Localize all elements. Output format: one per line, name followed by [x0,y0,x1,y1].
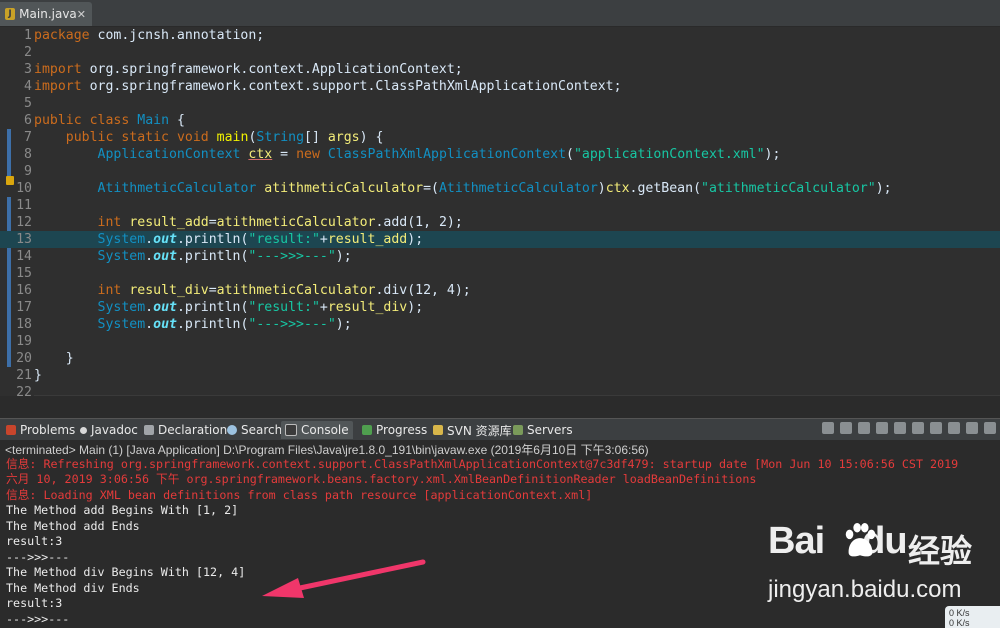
watermark-brand: Bai du [768,520,908,562]
upload-speed: 0 K/s [949,608,970,618]
network-speed-widget: 0 K/s 0 K/s [945,606,1000,628]
baidu-watermark: Bai du 经验 jingyan.baidu.com [768,520,1000,610]
paw-icon [845,522,876,557]
watermark-cn: 经验 [908,532,973,570]
watermark-url: jingyan.baidu.com [768,576,962,603]
download-speed: 0 K/s [949,618,970,628]
